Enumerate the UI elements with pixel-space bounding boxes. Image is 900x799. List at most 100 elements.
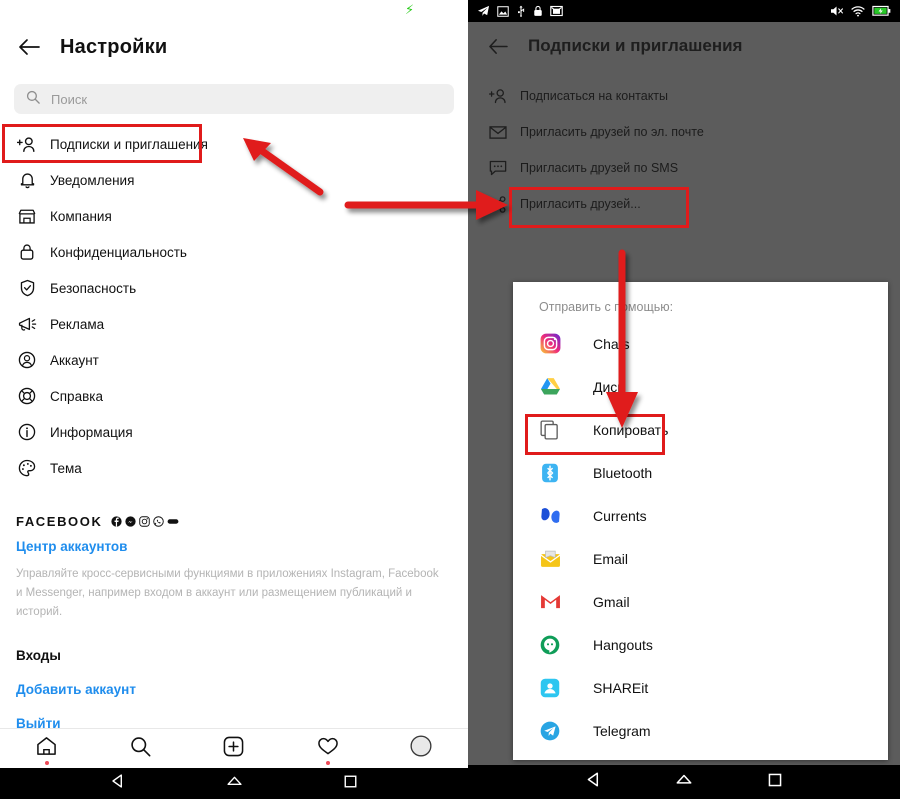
nav-home-button[interactable] — [0, 729, 94, 769]
facebook-description: Управляйте кросс-сервисными функциями в … — [16, 568, 439, 618]
settings-menu-list: Подписки и приглашения Уведомления Компа… — [0, 126, 468, 486]
back-triangle-icon[interactable] — [585, 771, 602, 793]
menu-item-label: Пригласить друзей по SMS — [520, 161, 679, 175]
back-triangle-icon[interactable] — [110, 773, 126, 794]
sidebar-item-notifications[interactable]: Уведомления — [0, 162, 468, 198]
telegram-icon — [477, 5, 490, 16]
nav-activity-button[interactable] — [281, 729, 375, 769]
oculus-icon — [168, 518, 179, 524]
shareit-icon — [539, 677, 561, 699]
whatsapp-icon — [153, 515, 165, 527]
gmail-icon — [539, 591, 561, 613]
store-icon — [16, 205, 38, 227]
facebook-section: FACEBOOK Центр аккаунтов Управляйте крос… — [16, 512, 456, 732]
back-arrow-icon[interactable] — [484, 32, 512, 60]
sidebar-item-label: Подписки и приглашения — [50, 136, 208, 152]
sidebar-item-label: Уведомления — [50, 172, 135, 188]
messenger-icon — [125, 515, 137, 527]
nav-search-button[interactable] — [94, 729, 188, 769]
recents-square-icon[interactable] — [767, 772, 783, 793]
lifebuoy-icon — [16, 385, 38, 407]
share-option-label: Currents — [593, 507, 647, 524]
recents-square-icon[interactable] — [343, 774, 358, 794]
sidebar-item-company[interactable]: Компания — [0, 198, 468, 234]
sms-bubble-icon — [488, 158, 508, 178]
info-icon — [16, 421, 38, 443]
currents-icon — [539, 505, 561, 527]
share-option-bluetooth[interactable]: Bluetooth — [513, 451, 888, 494]
wifi-icon — [851, 5, 865, 17]
plus-box-icon — [223, 736, 244, 762]
home-pentagon-icon[interactable] — [675, 771, 693, 793]
right-status-bar — [468, 0, 900, 22]
search-input[interactable]: Поиск — [14, 84, 454, 114]
palette-icon — [16, 457, 38, 479]
facebook-brand-icons — [111, 515, 179, 527]
share-option-currents[interactable]: Currents — [513, 494, 888, 537]
back-arrow-icon[interactable] — [14, 32, 44, 62]
mute-icon — [831, 6, 843, 16]
share-option-gmail[interactable]: Gmail — [513, 580, 888, 623]
sidebar-item-follow-invite[interactable]: Подписки и приглашения — [0, 126, 468, 162]
menu-item-label: Подписаться на контакты — [520, 89, 669, 103]
lock-icon — [16, 241, 38, 263]
email-icon — [539, 548, 561, 570]
charging-bolt-icon: ⚡ — [405, 2, 415, 17]
sidebar-item-help[interactable]: Справка — [0, 378, 468, 414]
follow-invite-icon — [16, 133, 38, 155]
nav-create-button[interactable] — [187, 729, 281, 769]
right-system-nav — [468, 765, 900, 799]
lock-icon — [534, 5, 542, 16]
share-option-label: Bluetooth — [593, 464, 653, 481]
usb-icon — [518, 5, 525, 17]
share-option-label: Chats — [593, 335, 630, 352]
home-pentagon-icon[interactable] — [226, 773, 243, 794]
left-system-nav — [0, 768, 468, 799]
share-option-label: Gmail — [593, 593, 630, 610]
share-option-email[interactable]: Email — [513, 537, 888, 580]
add-account-link[interactable]: Добавить аккаунт — [16, 682, 456, 697]
sidebar-item-about[interactable]: Информация — [0, 414, 468, 450]
status-left-icons — [477, 5, 563, 17]
mail-icon — [550, 5, 563, 17]
battery-charging-icon — [872, 5, 891, 16]
share-option-drive[interactable]: Диск — [513, 365, 888, 408]
logins-heading: Входы — [16, 648, 61, 663]
settings-header: Настройки — [0, 24, 468, 70]
sidebar-item-label: Тема — [50, 460, 82, 476]
sidebar-item-label: Безопасность — [50, 280, 137, 296]
right-phone-screen: Подписки и приглашения Подписаться на ко… — [468, 0, 900, 799]
sidebar-item-privacy[interactable]: Конфиденциальность — [0, 234, 468, 270]
menu-item-invite-email[interactable]: Пригласить друзей по эл. почте — [468, 114, 900, 150]
share-option-label: Копировать — [593, 421, 669, 438]
accounts-center-link[interactable]: Центр аккаунтов — [16, 539, 456, 554]
share-option-label: Диск — [593, 378, 624, 395]
share-option-shareit[interactable]: SHAREit — [513, 666, 888, 709]
left-phone-screen: ⚡ Настройки Поиск Подписки и приглашения — [0, 0, 468, 799]
sidebar-item-label: Конфиденциальность — [50, 244, 187, 260]
share-option-chats[interactable]: Chats — [513, 322, 888, 365]
share-option-hangouts[interactable]: Hangouts — [513, 623, 888, 666]
share-option-label: Email — [593, 550, 629, 567]
sidebar-item-ads[interactable]: Реклама — [0, 306, 468, 342]
sidebar-item-theme[interactable]: Тема — [0, 450, 468, 486]
invites-header: Подписки и приглашения — [468, 24, 900, 68]
menu-item-label: Пригласить друзей... — [520, 197, 641, 211]
share-option-telegram[interactable]: Telegram — [513, 709, 888, 752]
screenshot-root: ⚡ Настройки Поиск Подписки и приглашения — [0, 0, 900, 799]
sidebar-item-security[interactable]: Безопасность — [0, 270, 468, 306]
invites-menu-list: Подписаться на контакты Пригласить друзе… — [468, 78, 900, 222]
menu-item-invite-sms[interactable]: Пригласить друзей по SMS — [468, 150, 900, 186]
image-icon — [497, 5, 509, 17]
megaphone-icon — [16, 313, 38, 335]
nav-profile-button[interactable] — [374, 729, 468, 769]
share-option-copy[interactable]: Копировать — [513, 408, 888, 451]
facebook-icon — [111, 515, 123, 527]
search-icon — [130, 736, 151, 762]
share-sheet: Отправить с помощью: Chats Диск Копирова… — [513, 282, 888, 760]
menu-item-label: Пригласить друзей по эл. почте — [520, 125, 704, 139]
sidebar-item-account[interactable]: Аккаунт — [0, 342, 468, 378]
facebook-heading: FACEBOOK — [16, 513, 103, 529]
menu-item-follow-contacts[interactable]: Подписаться на контакты — [468, 78, 900, 114]
menu-item-invite-friends[interactable]: Пригласить друзей... — [468, 186, 900, 222]
